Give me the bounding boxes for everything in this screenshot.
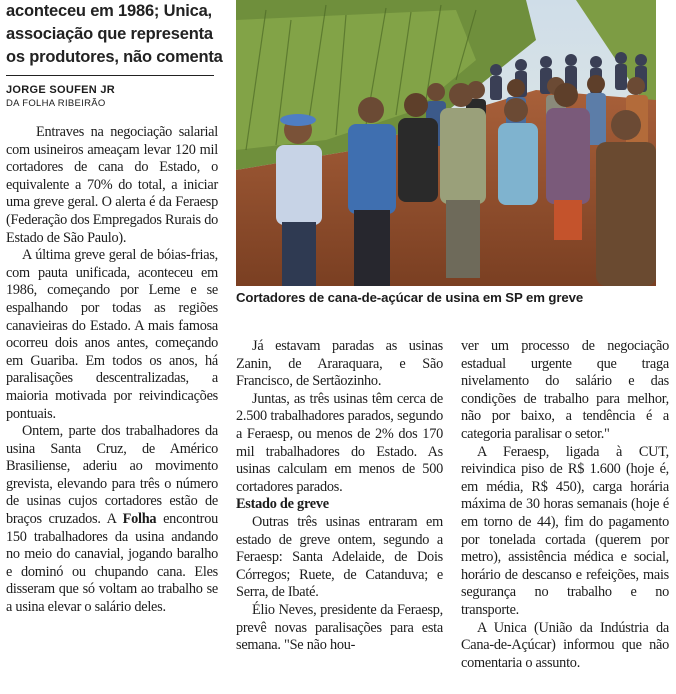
byline-author: JORGE SOUFEN JR (6, 84, 116, 96)
newspaper-name: Folha (122, 511, 157, 528)
deck-divider (6, 75, 214, 76)
paragraph: Ontem, parte dos trabalhadores da usina … (6, 423, 218, 617)
paragraph: A Feraesp, ligada à CUT, reivindica piso… (461, 443, 669, 618)
paragraph: Juntas, as três usinas têm cerca de 2.50… (236, 390, 443, 495)
paragraph: ver um processo de negociação estadual u… (461, 338, 669, 442)
article-body-col1: Entraves na negociação salarial com usin… (6, 124, 218, 617)
byline-outlet: DA FOLHA RIBEIRÃO (6, 98, 106, 109)
paragraph: A Unica (União da Indústria da Cana-de-A… (461, 619, 669, 671)
deck-line-1: aconteceu em 1986; Unica, (6, 2, 212, 20)
paragraph: Élio Neves, presidente da Feraesp, prevê… (236, 601, 443, 654)
paragraph: Já estavam paradas as usinas Zanin, de A… (236, 338, 443, 390)
photo-caption: Cortadores de cana-de-açúcar de usina em… (236, 290, 584, 305)
paragraph: A última greve geral de bóias-frias, com… (6, 247, 218, 422)
deck-line-3: os produtores, não comenta (6, 48, 223, 66)
photo-illustration (236, 0, 656, 286)
article-column-2: Já estavam paradas as usinas Zanin, de A… (236, 338, 443, 655)
deck-line-2: associação que representa (6, 25, 213, 43)
article-column-3: ver um processo de negociação estadual u… (461, 338, 669, 672)
strike-photo (236, 0, 656, 286)
paragraph: Outras três usinas entraram em estado de… (236, 513, 443, 601)
article-column-1: aconteceu em 1986; Unica, associação que… (6, 0, 223, 617)
section-subheading: Estado de greve (236, 496, 329, 513)
paragraph: Entraves na negociação salarial com usin… (6, 124, 218, 246)
